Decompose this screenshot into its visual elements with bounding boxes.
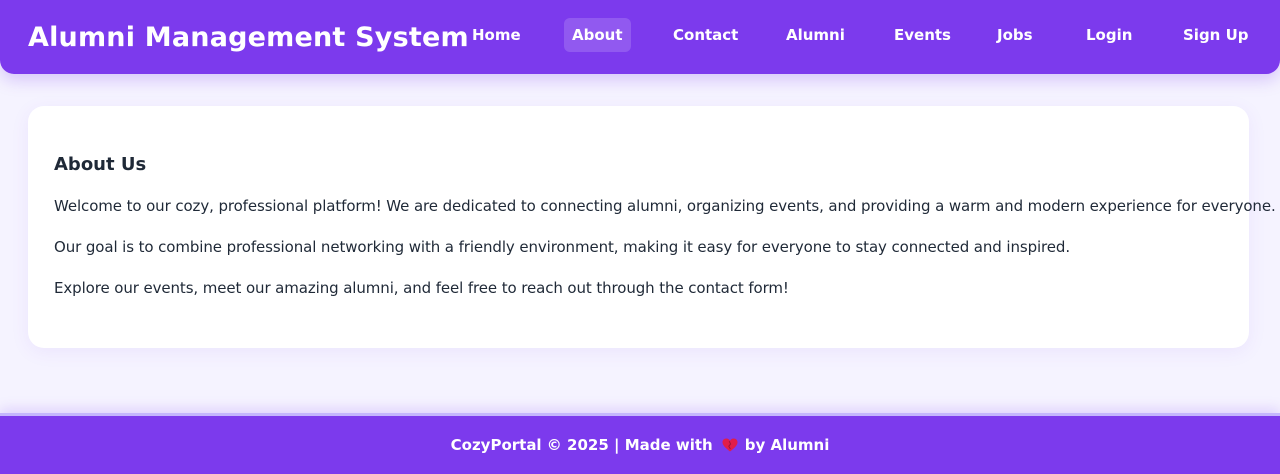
about-paragraph-goal: Our goal is to combine professional netw… <box>54 238 1071 256</box>
nav-events-link[interactable]: Events <box>886 18 959 52</box>
footer-text-after: by Alumni <box>744 436 830 454</box>
nav-about-link[interactable]: About <box>564 18 631 52</box>
nav-contact-link[interactable]: Contact <box>665 18 746 52</box>
footer-text-before: CozyPortal © 2025 | Made with <box>450 436 713 454</box>
nav-home-link[interactable]: Home <box>464 18 529 52</box>
nav-alumni-link[interactable]: Alumni <box>778 18 853 52</box>
about-card: About Us Welcome to our cozy, profession… <box>28 106 1276 348</box>
about-paragraph-explore: Explore our events, meet our amazing alu… <box>54 279 789 297</box>
top-navbar: Alumni Management System Home About Cont… <box>0 0 1280 74</box>
nav-login-link[interactable]: Login <box>1078 18 1140 52</box>
about-heading: About Us <box>54 154 147 175</box>
about-paragraph-welcome: Welcome to our cozy, professional platfo… <box>54 197 1276 215</box>
nav-jobs-link[interactable]: Jobs <box>989 18 1041 52</box>
site-footer: CozyPortal © 2025 | Made with by Alumni <box>0 413 1280 474</box>
main-nav: Home About Contact Alumni Events Jobs Lo… <box>0 18 1280 52</box>
heart-icon <box>722 438 738 452</box>
nav-signup-link[interactable]: Sign Up <box>1175 18 1257 52</box>
